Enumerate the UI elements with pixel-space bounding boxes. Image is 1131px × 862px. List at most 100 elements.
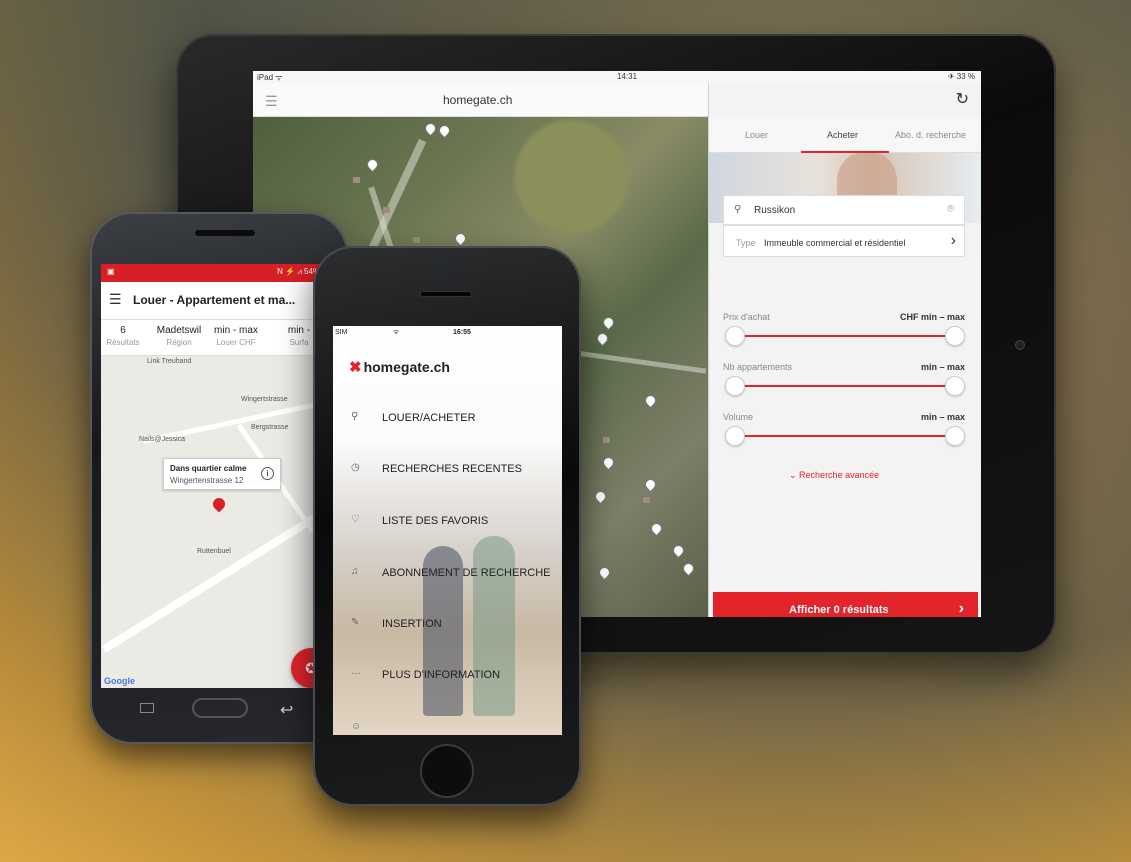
range-min-handle[interactable] bbox=[725, 376, 745, 396]
search-icon: ⚲ bbox=[351, 411, 359, 422]
iphone-status-bar: SIM ᯤ 16:55 bbox=[335, 329, 471, 336]
homegate-logo: ✖ homegate.ch bbox=[349, 359, 450, 376]
street-map[interactable]: Link Treuhand Wingertstrasse Nails@Jessi… bbox=[101, 356, 341, 688]
show-results-button[interactable]: Afficher 0 résultats › bbox=[713, 592, 978, 617]
iphone-speaker bbox=[420, 291, 472, 297]
map-label: Bergstrasse bbox=[251, 424, 289, 431]
location-icon[interactable]: ⌾ bbox=[947, 203, 954, 216]
android-app-bar: ☰ Louer - Appartement et ma... bbox=[101, 282, 341, 320]
info-icon[interactable]: i bbox=[261, 467, 274, 480]
tab-abo-recherche[interactable]: Abo. d. recherche bbox=[895, 130, 966, 140]
status-time: 14:31 bbox=[617, 72, 638, 81]
logo-mark-icon: ✖ bbox=[349, 359, 362, 376]
chevron-down-icon: ⌄ bbox=[789, 470, 800, 480]
refresh-icon[interactable]: ↻ bbox=[956, 89, 969, 109]
listing-title: Dans quartier calme bbox=[170, 464, 247, 473]
menu-item-abonnement[interactable]: ♫ ABONNEMENT DE RECHERCHE bbox=[333, 559, 562, 589]
range-label: Volume bbox=[723, 412, 754, 422]
map-pin[interactable] bbox=[597, 333, 606, 345]
google-logo: Google bbox=[104, 676, 135, 686]
type-label: Type bbox=[736, 238, 756, 248]
map-pin[interactable] bbox=[455, 233, 464, 245]
map-pin[interactable] bbox=[673, 545, 682, 557]
android-page-title: Louer - Appartement et ma... bbox=[133, 293, 296, 307]
search-icon: ⚲ bbox=[734, 204, 742, 215]
range-prix-achat[interactable]: Prix d'achat CHF min – max bbox=[723, 312, 965, 356]
map-pin[interactable] bbox=[599, 567, 608, 579]
range-nb-appartements[interactable]: Nb appartements min – max bbox=[723, 362, 965, 406]
more-icon: ··· bbox=[351, 668, 361, 679]
map-pin[interactable] bbox=[645, 479, 654, 491]
menu-icon[interactable]: ☰ bbox=[265, 93, 278, 110]
heart-icon: ♡ bbox=[351, 514, 360, 525]
clock-icon: ◷ bbox=[351, 462, 360, 473]
home-button[interactable] bbox=[192, 698, 248, 718]
map-pin[interactable] bbox=[603, 457, 612, 469]
stat-rent[interactable]: min - max Louer CHF bbox=[209, 325, 263, 347]
advanced-search-link[interactable]: ⌄ Recherche avancée bbox=[789, 470, 879, 481]
bell-icon: ♫ bbox=[351, 566, 359, 577]
map-label: Link Treuhand bbox=[147, 358, 192, 365]
map-pin[interactable] bbox=[439, 125, 448, 137]
map-pin[interactable] bbox=[213, 498, 225, 514]
range-value: CHF min – max bbox=[899, 312, 965, 322]
map-pin[interactable] bbox=[603, 317, 612, 329]
search-input[interactable]: ⚲ Russikon ⌾ bbox=[723, 195, 965, 225]
pencil-icon: ✎ bbox=[351, 617, 360, 628]
range-label: Nb appartements bbox=[723, 362, 793, 372]
status-battery: ✈ 33 % bbox=[947, 72, 975, 81]
type-selector[interactable]: Type Immeuble commercial et résidentiel … bbox=[723, 225, 965, 257]
search-panel: ↻ Louer Acheter Abo. d. recherche ⚲ Russ… bbox=[708, 83, 981, 617]
listing-tooltip[interactable]: Dans quartier calme Wingertenstrasse 12 … bbox=[163, 458, 281, 490]
iphone-screen: SIM ᯤ 16:55 ✖ homegate.ch ⚲ LOUER/ACHETER… bbox=[333, 326, 562, 735]
android-speaker bbox=[195, 230, 255, 236]
menu-icon[interactable]: ☰ bbox=[109, 291, 122, 308]
android-screen: ▣ N ⚡ ⩘ 54% ▮ 1 ☰ Louer - Appartement et… bbox=[101, 264, 341, 688]
range-max-handle[interactable] bbox=[945, 326, 965, 346]
page-title: homegate.ch bbox=[443, 93, 513, 107]
search-summary: 6 Résultats Madetswil Région min - max L… bbox=[101, 320, 341, 356]
map-pin[interactable] bbox=[645, 395, 654, 407]
range-min-handle[interactable] bbox=[725, 326, 745, 346]
range-min-handle[interactable] bbox=[725, 426, 745, 446]
map-label: Wingertstrasse bbox=[241, 396, 288, 403]
stat-region[interactable]: Madetswil Région bbox=[151, 325, 207, 347]
map-pin[interactable] bbox=[651, 523, 660, 535]
range-label: Prix d'achat bbox=[723, 312, 770, 322]
range-value: min – max bbox=[920, 362, 965, 372]
map-pin[interactable] bbox=[367, 159, 376, 171]
chevron-right-icon: › bbox=[958, 600, 964, 617]
range-max-handle[interactable] bbox=[945, 426, 965, 446]
range-max-handle[interactable] bbox=[945, 376, 965, 396]
map-pin[interactable] bbox=[425, 123, 434, 135]
stat-results[interactable]: 6 Résultats bbox=[103, 325, 143, 347]
tablet-status-bar: iPad ᯤ 14:31 ✈ 33 % bbox=[253, 71, 981, 83]
status-device: iPad ᯤ bbox=[257, 73, 283, 82]
android-status-bar: ▣ N ⚡ ⩘ 54% ▮ 1 bbox=[101, 264, 341, 282]
map-pin[interactable] bbox=[683, 563, 692, 575]
smiley-icon[interactable]: ☺ bbox=[351, 721, 361, 732]
menu-item-insertion[interactable]: ✎ INSERTION bbox=[333, 610, 562, 640]
menu-item-louer-acheter[interactable]: ⚲ LOUER/ACHETER bbox=[333, 404, 562, 434]
listing-address: Wingertenstrasse 12 bbox=[170, 476, 244, 485]
type-value: Immeuble commercial et résidentiel bbox=[764, 238, 906, 248]
map-pin[interactable] bbox=[595, 491, 604, 503]
map-label: Nails@Jessica bbox=[139, 436, 186, 443]
menu-item-plus-information[interactable]: ··· PLUS D'INFORMATION bbox=[333, 661, 562, 691]
chevron-right-icon: › bbox=[950, 232, 956, 249]
tab-bar: Louer Acheter Abo. d. recherche bbox=[709, 117, 981, 153]
back-icon[interactable]: ↩ bbox=[280, 700, 293, 720]
search-value: Russikon bbox=[754, 205, 796, 216]
menu-item-favoris[interactable]: ♡ LISTE DES FAVORIS bbox=[333, 507, 562, 537]
range-value: min – max bbox=[920, 412, 965, 422]
map-label: Ruttenbuel bbox=[197, 548, 231, 555]
recent-apps-icon[interactable] bbox=[140, 703, 154, 713]
menu-item-recherches-recentes[interactable]: ◷ RECHERCHES RECENTES bbox=[333, 455, 562, 485]
iphone-home-button[interactable] bbox=[420, 744, 474, 798]
tablet-top-bar: ☰ homegate.ch bbox=[253, 83, 708, 117]
tab-louer[interactable]: Louer bbox=[745, 130, 768, 140]
tablet-camera bbox=[1015, 340, 1025, 350]
tab-acheter[interactable]: Acheter bbox=[827, 130, 858, 140]
range-volume[interactable]: Volume min – max bbox=[723, 412, 965, 456]
iphone-camera bbox=[443, 267, 451, 275]
